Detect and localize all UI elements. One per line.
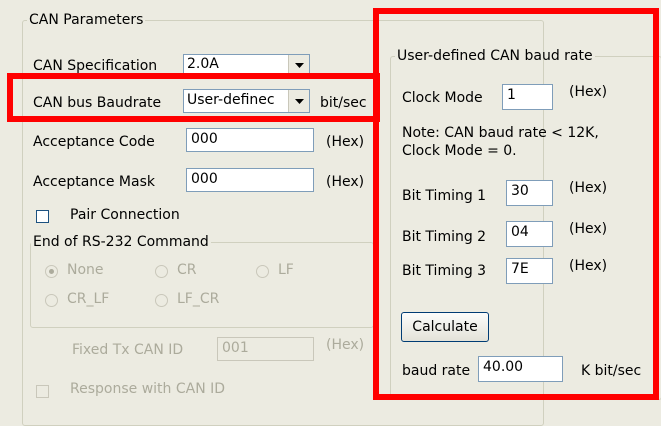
pair-connection-label: Pair Connection bbox=[70, 207, 180, 223]
radio-cr-lf-label: CR_LF bbox=[67, 291, 110, 307]
radio-cr-label: CR bbox=[177, 262, 197, 278]
can-spec-label: CAN Specification bbox=[33, 58, 158, 74]
can-spec-value: 2.0A bbox=[187, 56, 219, 72]
radio-lf-cr[interactable] bbox=[155, 294, 168, 307]
response-can-id-checkbox[interactable] bbox=[36, 385, 49, 398]
radio-cr-lf[interactable] bbox=[45, 294, 58, 307]
acceptance-code-input[interactable]: 000 bbox=[186, 128, 314, 152]
fixed-tx-hex-unit: (Hex) bbox=[326, 337, 365, 353]
rs232-end-group: End of RS-232 Command bbox=[30, 234, 374, 328]
acceptance-mask-label: Acceptance Mask bbox=[33, 174, 155, 190]
can-parameters-legend: CAN Parameters bbox=[29, 12, 144, 28]
radio-lf-cr-label: LF_CR bbox=[177, 291, 220, 307]
acceptance-mask-input[interactable]: 000 bbox=[186, 168, 314, 192]
radio-cr[interactable] bbox=[155, 265, 168, 278]
radio-lf-label: LF bbox=[278, 262, 294, 278]
acceptance-mask-hex-unit: (Hex) bbox=[326, 174, 365, 190]
highlight-user-baud-panel bbox=[373, 8, 659, 400]
fixed-tx-id-label: Fixed Tx CAN ID bbox=[72, 342, 184, 358]
acceptance-code-hex-unit: (Hex) bbox=[326, 134, 365, 150]
radio-none[interactable] bbox=[45, 265, 58, 278]
fixed-tx-id-input[interactable]: 001 bbox=[217, 337, 314, 361]
response-can-id-label: Response with CAN ID bbox=[70, 381, 226, 397]
pair-connection-checkbox[interactable] bbox=[36, 210, 49, 223]
highlight-baud-row bbox=[7, 73, 380, 122]
radio-none-label: None bbox=[67, 262, 104, 278]
radio-lf[interactable] bbox=[256, 265, 269, 278]
rs232-end-legend: End of RS-232 Command bbox=[33, 234, 209, 250]
acceptance-code-label: Acceptance Code bbox=[33, 134, 155, 150]
chevron-down-icon[interactable] bbox=[288, 55, 309, 75]
